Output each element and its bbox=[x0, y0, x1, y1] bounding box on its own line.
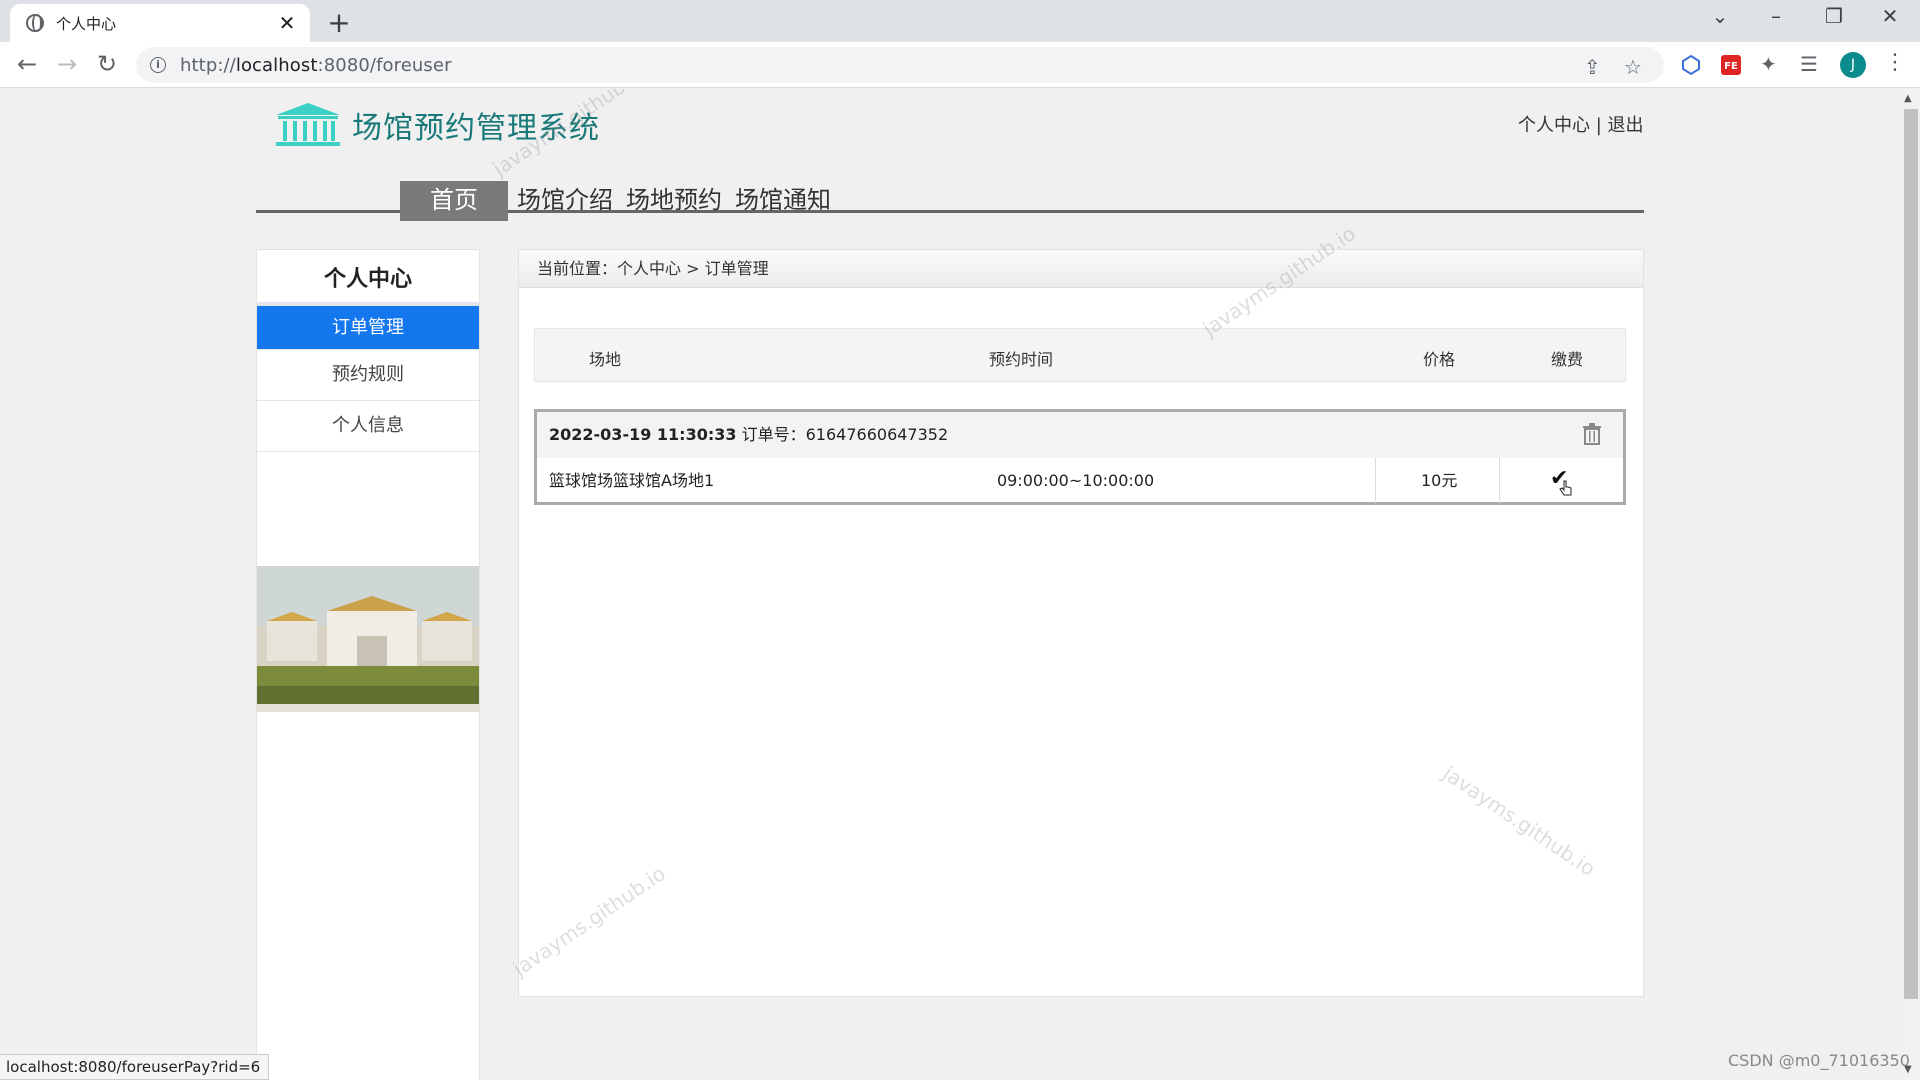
column-price: 价格 bbox=[1423, 350, 1456, 369]
new-tab-button[interactable]: + bbox=[322, 6, 356, 39]
browser-tab[interactable]: 个人中心 ✕ bbox=[10, 4, 310, 42]
column-venue: 场地 bbox=[589, 350, 622, 369]
museum-icon bbox=[276, 103, 340, 146]
extension-fe-icon[interactable]: FE bbox=[1720, 54, 1742, 76]
sidebar-item-rules[interactable]: 预约规则 bbox=[257, 350, 479, 401]
order-number-label: 订单号： bbox=[741, 425, 806, 444]
profile-avatar[interactable]: J bbox=[1840, 52, 1866, 78]
order-row: 篮球馆场篮球馆A场地1 09:00:00~10:00:00 10元 ✔ bbox=[537, 458, 1623, 503]
url-text: http://localhost:8080/foreuser bbox=[180, 54, 452, 76]
main-nav: 首页 场馆介绍 场地预约 场馆通知 bbox=[256, 181, 1644, 221]
svg-text:FE: FE bbox=[1724, 61, 1738, 72]
column-pay: 缴费 bbox=[1551, 350, 1584, 369]
tab-close-icon[interactable]: ✕ bbox=[272, 11, 302, 35]
link-status-bar: localhost:8080/foreuserPay?rid=6 bbox=[0, 1054, 270, 1080]
browser-tabstrip: 个人中心 ✕ + ⌄ – ❐ ✕ bbox=[0, 0, 1920, 42]
address-bar[interactable]: i http://localhost:8080/foreuser ⇪ ☆ bbox=[136, 47, 1664, 83]
menu-kebab-icon[interactable]: ⋮ bbox=[1884, 50, 1906, 75]
top-links: 个人中心 | 退出 bbox=[1518, 111, 1644, 137]
back-icon[interactable]: ← bbox=[10, 48, 44, 82]
browser-toolbar: ← → ↻ i http://localhost:8080/foreuser ⇪… bbox=[0, 42, 1920, 88]
nav-item-venue-intro[interactable]: 场馆介绍 bbox=[517, 181, 613, 221]
forward-icon[interactable]: → bbox=[50, 48, 84, 82]
scroll-thumb[interactable] bbox=[1904, 109, 1918, 999]
user-center-link[interactable]: 个人中心 bbox=[1518, 115, 1590, 136]
order-header: 2022-03-19 11:30:33 订单号：61647660647352 bbox=[537, 412, 1623, 458]
tab-title: 个人中心 bbox=[56, 14, 117, 33]
column-time: 预约时间 bbox=[989, 350, 1054, 369]
extension-shield-icon[interactable] bbox=[1680, 54, 1702, 76]
site-info-icon[interactable]: i bbox=[150, 57, 166, 73]
extensions-puzzle-icon[interactable]: ✦ bbox=[1760, 52, 1777, 76]
order-number: 61647660647352 bbox=[805, 425, 949, 444]
order-price: 10元 bbox=[1421, 471, 1458, 490]
link-separator: | bbox=[1590, 115, 1608, 136]
order-time-range: 09:00:00~10:00:00 bbox=[997, 471, 1155, 490]
sidebar: 个人中心 订单管理 预约规则 个人信息 bbox=[256, 249, 480, 1080]
globe-icon bbox=[26, 14, 44, 32]
hand-cursor-icon bbox=[1559, 480, 1572, 496]
restore-icon[interactable]: ❐ bbox=[1814, 4, 1854, 28]
logout-link[interactable]: 退出 bbox=[1608, 115, 1644, 136]
site-logo[interactable]: 场馆预约管理系统 bbox=[274, 101, 600, 149]
close-window-icon[interactable]: ✕ bbox=[1870, 4, 1910, 28]
breadcrumb: 当前位置：个人中心 > 订单管理 bbox=[519, 250, 1643, 288]
cell-divider bbox=[1375, 458, 1376, 503]
sidebar-title: 个人中心 bbox=[257, 250, 479, 306]
minimize-icon[interactable]: – bbox=[1756, 4, 1796, 28]
venue-photo bbox=[257, 566, 479, 712]
sidebar-item-orders[interactable]: 订单管理 bbox=[257, 306, 479, 350]
bookmark-star-icon[interactable]: ☆ bbox=[1624, 55, 1642, 79]
nav-item-home[interactable]: 首页 bbox=[400, 181, 508, 221]
page-scrollbar[interactable]: ▲ ▼ bbox=[1900, 89, 1920, 1080]
order-card: 2022-03-19 11:30:33 订单号：61647660647352 篮… bbox=[534, 409, 1626, 505]
order-datetime: 2022-03-19 11:30:33 bbox=[549, 425, 737, 444]
system-title: 场馆预约管理系统 bbox=[352, 111, 600, 146]
scroll-up-icon[interactable]: ▲ bbox=[1904, 93, 1912, 104]
sidebar-item-profile[interactable]: 个人信息 bbox=[257, 401, 479, 452]
reload-icon[interactable]: ↻ bbox=[90, 48, 124, 82]
web-page: 场馆预约管理系统 个人中心 | 退出 首页 场馆介绍 场地预约 场馆通知 个人中… bbox=[0, 89, 1900, 1080]
cell-divider bbox=[1499, 458, 1500, 503]
share-icon[interactable]: ⇪ bbox=[1584, 55, 1601, 79]
orders-table-header: 场地 预约时间 价格 缴费 bbox=[534, 328, 1626, 382]
nav-item-notices[interactable]: 场馆通知 bbox=[735, 181, 831, 221]
csdn-credit: CSDN @m0_71016350 bbox=[1728, 1051, 1910, 1070]
nav-item-booking[interactable]: 场地预约 bbox=[626, 181, 722, 221]
tab-search-icon[interactable]: ⌄ bbox=[1700, 4, 1740, 28]
reading-list-icon[interactable]: ☰ bbox=[1800, 52, 1818, 76]
content-panel: 当前位置：个人中心 > 订单管理 场地 预约时间 价格 缴费 2022-03-1… bbox=[518, 249, 1644, 997]
order-venue: 篮球馆场篮球馆A场地1 bbox=[549, 471, 715, 490]
delete-trash-icon[interactable] bbox=[1582, 423, 1602, 445]
